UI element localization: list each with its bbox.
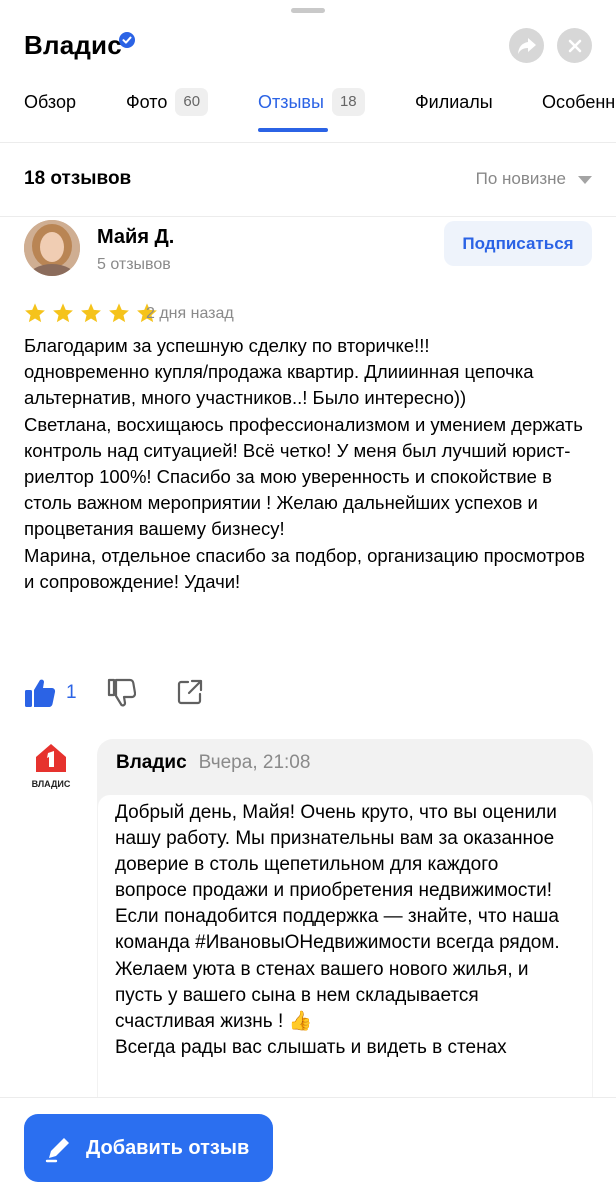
tab-reviews[interactable]: Отзывы 18 bbox=[258, 88, 365, 132]
bottom-bar: Добавить отзыв bbox=[0, 1097, 616, 1200]
thumbs-up-icon bbox=[25, 679, 56, 707]
sort-dropdown[interactable]: По новизне bbox=[476, 169, 592, 189]
star-icon bbox=[109, 303, 129, 323]
add-review-label: Добавить отзыв bbox=[86, 1137, 250, 1159]
like-button[interactable]: 1 bbox=[24, 678, 77, 708]
add-review-button[interactable]: Добавить отзыв bbox=[24, 1114, 273, 1182]
star-icon bbox=[25, 303, 45, 323]
avatar-photo bbox=[24, 220, 80, 276]
vladis-logo-icon: ВЛАДИС bbox=[32, 744, 71, 789]
sort-label: По новизне bbox=[475, 169, 566, 188]
review-text: Благодарим за успешную сделку по вторичк… bbox=[24, 335, 585, 592]
tab-label: Филиалы bbox=[415, 92, 493, 112]
reply-text: Добрый день, Майя! Очень круто, что вы о… bbox=[115, 802, 560, 1058]
rating-stars bbox=[24, 302, 164, 324]
company-logo: ВЛАДИС bbox=[26, 742, 76, 794]
share-button[interactable] bbox=[509, 28, 544, 63]
tab-photos[interactable]: Фото 60 bbox=[126, 88, 209, 132]
star-icon bbox=[53, 303, 73, 323]
active-tab-indicator bbox=[258, 128, 328, 132]
close-button[interactable] bbox=[557, 28, 592, 63]
divider bbox=[0, 142, 616, 143]
reviews-count: 18 отзывов bbox=[24, 168, 132, 189]
dislike-button[interactable] bbox=[106, 678, 136, 708]
tab-label: Отзывы bbox=[258, 92, 324, 112]
tab-overview[interactable]: Обзор bbox=[24, 88, 76, 132]
subscribe-button[interactable]: Подписаться bbox=[444, 221, 592, 266]
like-count: 1 bbox=[66, 682, 77, 703]
tab-label: Особенности bbox=[542, 92, 616, 112]
tab-badge: 60 bbox=[175, 88, 209, 116]
tab-badge: 18 bbox=[331, 88, 365, 116]
sheet-drag-handle[interactable] bbox=[291, 8, 325, 13]
pencil-icon bbox=[45, 1138, 69, 1163]
reply-header: Владис Вчера, 21:08 bbox=[116, 752, 310, 774]
chevron-down-icon bbox=[578, 176, 592, 184]
avatar[interactable] bbox=[24, 220, 80, 276]
reply-time: Вчера, 21:08 bbox=[198, 752, 311, 773]
author-review-count: 5 отзывов bbox=[97, 256, 171, 273]
external-share-icon bbox=[177, 679, 203, 705]
tab-features[interactable]: Особенности bbox=[542, 88, 616, 132]
logo-text: ВЛАДИС bbox=[32, 779, 71, 789]
review-date: 2 дня назад bbox=[146, 305, 234, 322]
header: Владис bbox=[24, 28, 592, 68]
page-title: Владис bbox=[24, 30, 122, 60]
tab-branches[interactable]: Филиалы bbox=[415, 88, 493, 132]
share-review-button[interactable] bbox=[176, 678, 204, 706]
tab-label: Обзор bbox=[24, 92, 76, 112]
company-reply: Владис Вчера, 21:08 Добрый день, Майя! О… bbox=[97, 739, 593, 1119]
thumbs-down-icon bbox=[107, 678, 136, 707]
tab-label: Фото bbox=[126, 92, 168, 112]
close-icon bbox=[568, 39, 581, 52]
tab-bar: Обзор Фото 60 Отзывы 18 Филиалы Особенно… bbox=[0, 88, 616, 132]
star-icon bbox=[81, 303, 101, 323]
reply-author: Владис bbox=[116, 752, 187, 773]
verified-check-icon bbox=[119, 32, 135, 48]
divider bbox=[0, 216, 616, 217]
share-arrow-icon bbox=[517, 37, 536, 54]
author-name[interactable]: Майя Д. bbox=[97, 226, 174, 249]
